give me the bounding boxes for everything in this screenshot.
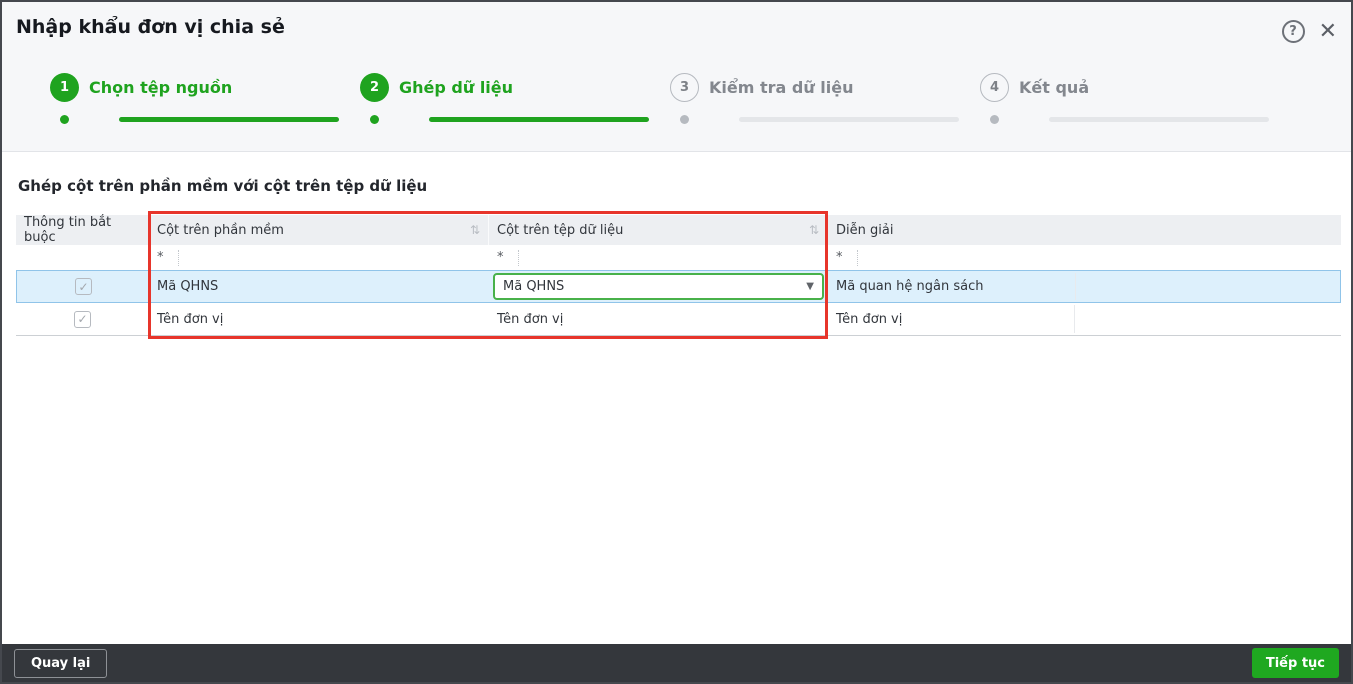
header-icons: ? ✕ xyxy=(1281,20,1337,43)
filter-cell-required xyxy=(16,245,149,270)
step-ghep-du-lieu: 2 Ghép dữ liệu xyxy=(360,72,670,124)
table-row-ma-qhns[interactable]: ✓ Mã QHNS Mã QHNS ▼ Mã quan hệ ngân sách xyxy=(16,270,1341,303)
step-1-number: 1 xyxy=(50,72,79,102)
chevron-down-icon[interactable]: ▼ xyxy=(806,281,814,292)
column-header-description-label: Diễn giải xyxy=(836,222,894,238)
description-value: Mã quan hệ ngân sách xyxy=(836,279,984,294)
step-2-label: Ghép dữ liệu xyxy=(399,77,514,97)
column-header-required-label: Thông tin bắt buộc xyxy=(24,215,112,245)
step-2-header: 2 Ghép dữ liệu xyxy=(360,72,670,102)
step-chon-tep-nguon: 1 Chọn tệp nguồn xyxy=(50,72,360,124)
step-1-progress xyxy=(50,115,360,124)
software-column-cell[interactable]: Tên đơn vị xyxy=(149,303,489,335)
software-column-cell[interactable]: Mã QHNS xyxy=(150,271,490,302)
step-3-bar xyxy=(739,117,959,122)
file-column-cell: Mã QHNS ▼ xyxy=(490,271,829,302)
software-column-value: Mã QHNS xyxy=(157,279,219,294)
filter-separator xyxy=(856,249,858,266)
step-4-number: 4 xyxy=(980,72,1009,102)
column-header-software-column[interactable]: Cột trên phần mềm ⇅ xyxy=(149,215,489,245)
step-1-dot xyxy=(60,115,69,124)
column-header-file-column[interactable]: Cột trên tệp dữ liệu ⇅ xyxy=(489,215,828,245)
filter-separator xyxy=(177,249,179,266)
sort-icon[interactable]: ⇅ xyxy=(470,223,480,237)
file-column-dropdown[interactable]: Mã QHNS ▼ xyxy=(493,273,824,300)
step-1-bar xyxy=(119,117,339,122)
back-button[interactable]: Quay lại xyxy=(14,648,108,678)
filter-input-file-column[interactable]: * xyxy=(489,245,828,270)
filter-asterisk: * xyxy=(497,250,504,265)
required-checkbox[interactable]: ✓ xyxy=(74,310,91,328)
close-icon[interactable]: ✕ xyxy=(1319,20,1337,43)
step-1-label: Chọn tệp nguồn xyxy=(89,77,233,97)
sort-icon[interactable]: ⇅ xyxy=(809,223,819,237)
filter-asterisk: * xyxy=(836,250,843,265)
step-4-dot xyxy=(990,115,999,124)
column-header-software-label: Cột trên phần mềm xyxy=(157,222,284,238)
required-checkbox-cell: ✓ xyxy=(17,271,150,302)
step-3-progress xyxy=(670,115,980,124)
filter-input-description[interactable]: * xyxy=(828,245,1341,270)
step-2-number: 2 xyxy=(360,72,389,102)
step-ket-qua: 4 Kết quả xyxy=(980,72,1290,124)
required-checkbox-cell: ✓ xyxy=(16,303,149,335)
column-header-description[interactable]: Diễn giải xyxy=(828,215,1341,245)
help-icon[interactable]: ? xyxy=(1281,20,1305,43)
table-row-ten-don-vi[interactable]: ✓ Tên đơn vị Tên đơn vị Tên đơn vị xyxy=(16,303,1341,336)
step-4-bar xyxy=(1049,117,1269,122)
dialog-footer: Quay lại Tiếp tục xyxy=(2,644,1351,682)
step-3-dot xyxy=(680,115,689,124)
filter-row: * * * xyxy=(16,245,1341,270)
column-mapping-table: Thông tin bắt buộc Cột trên phần mềm ⇅ C… xyxy=(16,215,1341,336)
continue-button[interactable]: Tiếp tục xyxy=(1251,648,1339,678)
import-dialog: Nhập khẩu đơn vị chia sẻ ? ✕ 1 Chọn tệp … xyxy=(0,0,1353,684)
software-column-value: Tên đơn vị xyxy=(157,311,224,327)
section-title: Ghép cột trên phần mềm với cột trên tệp … xyxy=(18,177,428,195)
wizard-stepper: 1 Chọn tệp nguồn 2 Ghép dữ liệu 3 Kiểm t… xyxy=(50,72,1290,124)
step-4-progress xyxy=(980,115,1290,124)
dialog-title: Nhập khẩu đơn vị chia sẻ xyxy=(16,16,285,38)
step-4-label: Kết quả xyxy=(1019,77,1090,97)
column-header-file-label: Cột trên tệp dữ liệu xyxy=(497,222,624,238)
step-kiem-tra-du-lieu: 3 Kiểm tra dữ liệu xyxy=(670,72,980,124)
step-1-header: 1 Chọn tệp nguồn xyxy=(50,72,360,102)
description-value: Tên đơn vị xyxy=(836,311,903,327)
dialog-header: Nhập khẩu đơn vị chia sẻ ? ✕ 1 Chọn tệp … xyxy=(2,2,1351,152)
description-cell: Mã quan hệ ngân sách xyxy=(829,271,1340,302)
filter-input-software-column[interactable]: * xyxy=(149,245,489,270)
description-cell: Tên đơn vị xyxy=(828,303,1341,335)
step-3-number: 3 xyxy=(670,72,699,102)
required-checkbox[interactable]: ✓ xyxy=(75,278,92,295)
filter-asterisk: * xyxy=(157,250,164,265)
file-column-value: Tên đơn vị xyxy=(497,311,564,327)
table-header-row: Thông tin bắt buộc Cột trên phần mềm ⇅ C… xyxy=(16,215,1341,245)
step-2-bar xyxy=(429,117,649,122)
file-column-cell[interactable]: Tên đơn vị xyxy=(489,303,828,335)
filter-separator xyxy=(517,249,519,266)
step-3-header: 3 Kiểm tra dữ liệu xyxy=(670,72,980,102)
step-4-header: 4 Kết quả xyxy=(980,72,1290,102)
step-2-dot xyxy=(370,115,379,124)
step-2-progress xyxy=(360,115,670,124)
step-3-label: Kiểm tra dữ liệu xyxy=(709,77,854,97)
column-header-required[interactable]: Thông tin bắt buộc xyxy=(16,215,149,245)
file-column-selected-value: Mã QHNS xyxy=(503,279,565,294)
